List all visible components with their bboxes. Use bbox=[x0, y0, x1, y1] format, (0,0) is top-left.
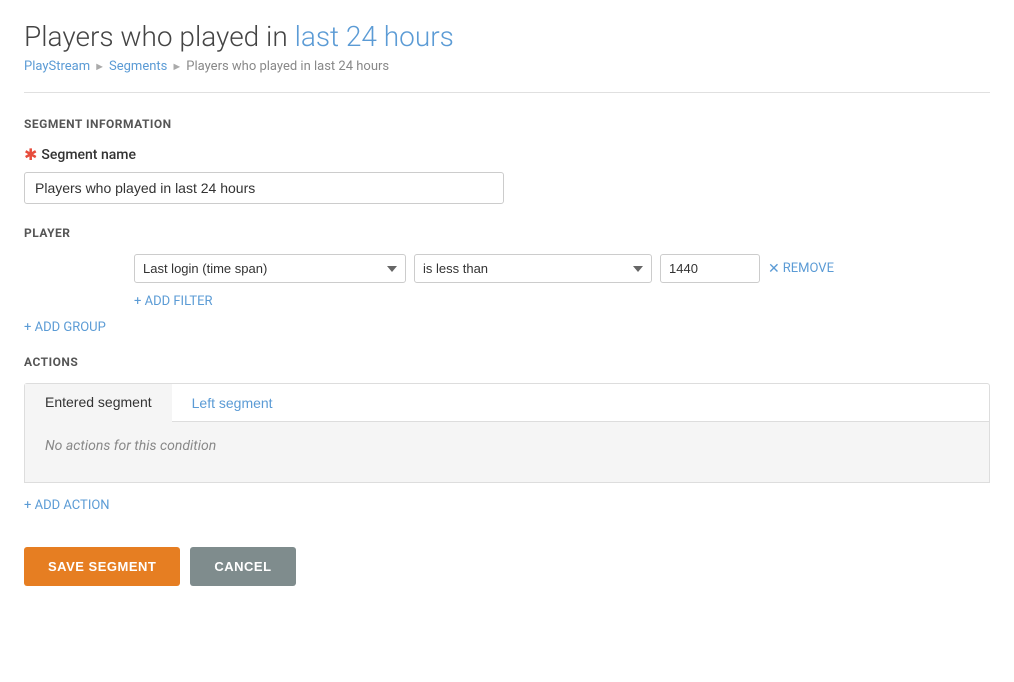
segment-information-section: SEGMENT INFORMATION ✱ Segment name bbox=[24, 117, 990, 204]
add-action-button[interactable]: + ADD ACTION bbox=[24, 498, 110, 513]
page-title: Players who played in last 24 hours bbox=[24, 20, 990, 53]
filter-row: Last login (time span) First login (time… bbox=[134, 254, 990, 283]
add-filter-button[interactable]: + ADD FILTER bbox=[134, 294, 213, 309]
no-actions-text: No actions for this condition bbox=[45, 438, 216, 454]
tab-content-entered: No actions for this condition bbox=[25, 422, 989, 482]
actions-section-title: ACTIONS bbox=[24, 355, 990, 369]
actions-section: ACTIONS Entered segment Left segment No … bbox=[24, 355, 990, 513]
actions-tabs-container: Entered segment Left segment No actions … bbox=[24, 383, 990, 483]
add-action-row: + ADD ACTION bbox=[24, 497, 990, 513]
breadcrumb-sep-1: ► bbox=[94, 60, 105, 73]
save-segment-button[interactable]: SAVE SEGMENT bbox=[24, 547, 180, 586]
player-section: PLAYER Last login (time span) First logi… bbox=[24, 226, 990, 309]
add-group-button[interactable]: + ADD GROUP bbox=[24, 320, 106, 335]
section-divider bbox=[24, 92, 990, 93]
add-filter-label: + ADD FILTER bbox=[134, 294, 213, 309]
tab-left-segment[interactable]: Left segment bbox=[172, 384, 293, 421]
required-indicator: ✱ bbox=[24, 145, 37, 164]
remove-x-icon: ✕ bbox=[768, 261, 780, 277]
breadcrumb-sep-2: ► bbox=[171, 60, 182, 73]
breadcrumb-current: Players who played in last 24 hours bbox=[186, 59, 389, 74]
breadcrumb-segments[interactable]: Segments bbox=[109, 59, 167, 74]
breadcrumb-playstream[interactable]: PlayStream bbox=[24, 59, 90, 74]
filter-value-input[interactable] bbox=[660, 254, 760, 283]
player-section-title: PLAYER bbox=[24, 226, 990, 240]
operator-select[interactable]: is less than is greater than is equal to bbox=[414, 254, 652, 283]
add-filter-row: + ADD FILTER bbox=[134, 293, 990, 309]
tab-entered-segment[interactable]: Entered segment bbox=[25, 384, 172, 422]
add-group-row: + ADD GROUP bbox=[24, 319, 990, 335]
property-select[interactable]: Last login (time span) First login (time… bbox=[134, 254, 406, 283]
remove-filter-button[interactable]: ✕ REMOVE bbox=[768, 261, 834, 277]
breadcrumb: PlayStream ► Segments ► Players who play… bbox=[24, 59, 990, 74]
add-action-label: + ADD ACTION bbox=[24, 498, 110, 513]
segment-name-label: ✱ Segment name bbox=[24, 145, 990, 164]
add-group-label: + ADD GROUP bbox=[24, 320, 106, 335]
cancel-button[interactable]: CANCEL bbox=[190, 547, 295, 586]
segment-info-title: SEGMENT INFORMATION bbox=[24, 117, 990, 131]
segment-name-input[interactable] bbox=[24, 172, 504, 204]
tabs-header: Entered segment Left segment bbox=[25, 384, 989, 422]
footer-buttons: SAVE SEGMENT CANCEL bbox=[24, 537, 990, 586]
